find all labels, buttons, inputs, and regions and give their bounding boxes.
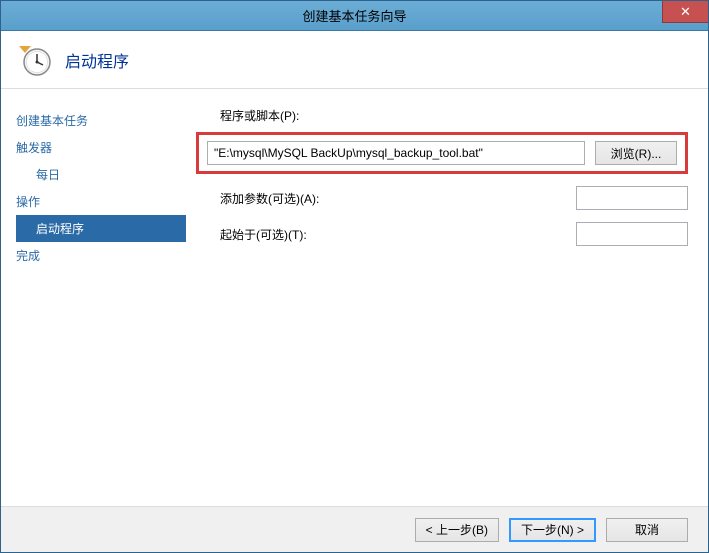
sidebar: 创建基本任务 触发器 每日 操作 启动程序 完成: [1, 89, 196, 506]
next-button[interactable]: 下一步(N) >: [509, 518, 596, 542]
startin-row: 起始于(可选)(T):: [196, 222, 688, 246]
script-input[interactable]: [207, 141, 585, 165]
sidebar-item-trigger[interactable]: 触发器: [16, 134, 196, 161]
args-input[interactable]: [576, 186, 688, 210]
sidebar-item-create-task[interactable]: 创建基本任务: [16, 107, 196, 134]
page-title: 启动程序: [65, 48, 129, 72]
args-row: 添加参数(可选)(A):: [196, 186, 688, 210]
sidebar-item-start-program[interactable]: 启动程序: [16, 215, 186, 242]
back-button[interactable]: < 上一步(B): [415, 518, 499, 542]
startin-label: 起始于(可选)(T):: [196, 226, 326, 243]
footer: < 上一步(B) 下一步(N) > 取消: [1, 506, 708, 552]
clock-icon: [19, 44, 51, 76]
highlight-annotation: 浏览(R)...: [196, 132, 688, 174]
close-button[interactable]: ✕: [662, 1, 708, 23]
sidebar-item-action[interactable]: 操作: [16, 188, 196, 215]
args-label: 添加参数(可选)(A):: [196, 190, 326, 207]
sidebar-item-finish[interactable]: 完成: [16, 242, 196, 269]
main-panel: 程序或脚本(P): 浏览(R)... 添加参数(可选)(A): 起始于(可选)(…: [196, 89, 708, 506]
wizard-header: 启动程序: [1, 31, 708, 89]
startin-input[interactable]: [576, 222, 688, 246]
sidebar-item-daily[interactable]: 每日: [16, 161, 196, 188]
title-bar: 创建基本任务向导 ✕: [1, 1, 708, 31]
browse-button[interactable]: 浏览(R)...: [595, 141, 677, 165]
window-title: 创建基本任务向导: [1, 6, 708, 25]
content-area: 创建基本任务 触发器 每日 操作 启动程序 完成 程序或脚本(P): 浏览(R)…: [1, 89, 708, 506]
script-label: 程序或脚本(P):: [196, 107, 688, 124]
close-icon: ✕: [680, 4, 691, 20]
cancel-button[interactable]: 取消: [606, 518, 688, 542]
